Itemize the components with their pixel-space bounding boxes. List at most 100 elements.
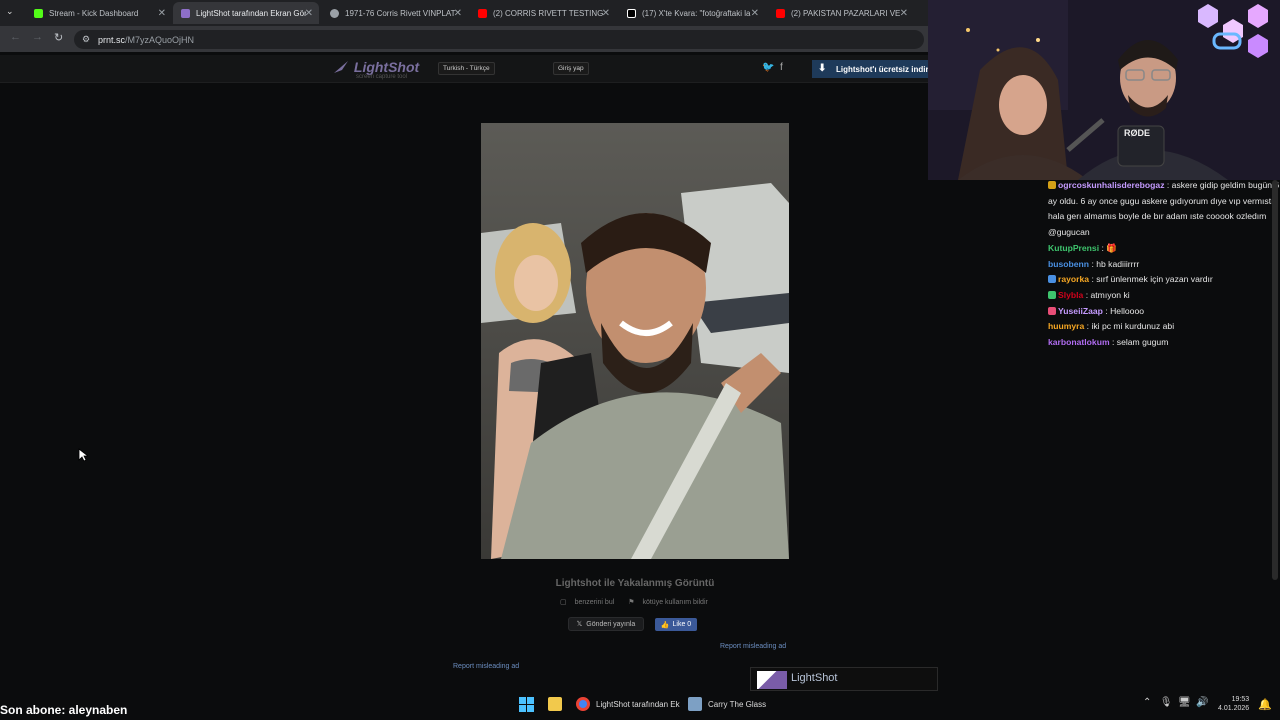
facebook-icon[interactable]: f (780, 62, 783, 73)
clock-date: 4.01.2026 (1218, 705, 1250, 713)
globe-icon (330, 8, 339, 18)
microphone-icon[interactable]: 🎙 (1160, 697, 1173, 708)
report-abuse-link[interactable]: ⚑ kötüye kullanım bildir (628, 599, 714, 606)
facebook-like-button[interactable]: 👍 Like 0 (655, 618, 697, 631)
close-icon[interactable]: ✕ (602, 8, 610, 19)
taskbar-item-game[interactable]: Carry The Glass (688, 697, 766, 711)
game-icon (688, 697, 702, 711)
tab-label: (17) X'te Kvara: "fotoğraftaki la (642, 8, 751, 18)
folder-icon (548, 697, 562, 711)
volume-icon[interactable]: 🔊 (1196, 697, 1208, 708)
youtube-icon (478, 8, 487, 18)
chat-text: selam gugum (1116, 337, 1169, 348)
chat-message: YuseiiZaap : Helloooo (1044, 304, 1280, 320)
chat-scrollbar[interactable] (1272, 180, 1278, 580)
tab-label: Stream - Kick Dashboard (49, 8, 139, 18)
chat-separator: : (1083, 290, 1091, 301)
download-icon: ⬇ (818, 63, 827, 74)
captured-screenshot (481, 123, 789, 559)
user-badge-icon (1048, 306, 1056, 315)
chat-text: atmıyon ki (1090, 290, 1130, 301)
chat-message: busobenn : hb kadiiirrrr (1044, 257, 1280, 273)
x-icon: 𝕏 (576, 621, 583, 628)
chat-username[interactable]: huumyra (1048, 321, 1084, 331)
taskbar-item-label: LightShot tarafından Ek (596, 699, 680, 709)
social-links[interactable]: 🐦 f (762, 62, 783, 73)
tab-label: (2) CORRIS RIVETT TESTING - I (493, 8, 603, 18)
image-icon: ▢ (560, 599, 567, 606)
clock[interactable]: 19:53 4.01.2026 (1218, 695, 1249, 713)
clock-time: 19:53 (1231, 696, 1250, 703)
microphone-brand-label: RØDE (1124, 128, 1151, 138)
taskbar-item-label: Carry The Glass (708, 699, 767, 709)
forward-icon[interactable]: → (32, 31, 43, 43)
chat-username[interactable]: Slybla (1058, 290, 1083, 300)
chat-username[interactable]: YuseiiZaap (1058, 306, 1103, 316)
chat-message: KutupPrensi : 🎁 (1044, 241, 1280, 257)
user-badge-icon (1048, 291, 1056, 300)
reload-icon[interactable]: ↻ (54, 31, 63, 44)
network-icon[interactable]: 🖥 (1178, 697, 1191, 708)
chat-message: ogrcoskunhalisderebogaz : askere gidip g… (1044, 178, 1280, 241)
tab-youtube-corris[interactable]: (2) CORRIS RIVETT TESTING - I ✕ (470, 2, 616, 24)
chrome-icon (576, 697, 590, 711)
chevron-up-icon[interactable]: ⌃ (1143, 697, 1151, 708)
chat-message-partial (1044, 174, 1280, 178)
twitter-icon[interactable]: 🐦 (762, 62, 774, 73)
chat-text: sırf ünlenmek için yazan vardır (1096, 274, 1213, 285)
chat-username[interactable]: busobenn (1048, 259, 1089, 269)
close-icon[interactable]: ✕ (900, 8, 908, 19)
back-icon[interactable]: ← (10, 31, 21, 43)
chat-username[interactable]: KutupPrensi (1048, 243, 1099, 253)
tab-corris-rivett[interactable]: 1971-76 Corris Rivett VINPLATI ✕ (322, 2, 468, 24)
login-button[interactable]: Giriş yap (553, 62, 589, 75)
chat-message: Slybla : atmıyon ki (1044, 288, 1280, 304)
close-icon[interactable]: ✕ (454, 8, 462, 19)
report-misleading-ad-link[interactable]: Report misleading ad (453, 663, 519, 670)
close-icon[interactable]: ✕ (751, 8, 759, 19)
file-explorer-button[interactable] (548, 697, 568, 711)
windows-icon (519, 697, 534, 712)
lightshot-icon (181, 8, 190, 18)
car-selfie-photo (481, 123, 789, 559)
close-icon[interactable]: ✕ (305, 8, 313, 19)
lightshot-logo-image (757, 671, 787, 689)
language-select[interactable]: Turkish - Türkçe (438, 62, 495, 75)
feather-icon (334, 61, 348, 73)
chat-username[interactable]: ogrcoskunhalisderebogaz (1058, 180, 1165, 190)
find-similar-link[interactable]: ▢ benzerini bul (560, 599, 620, 606)
chat-message: huumyra : iki pc mi kurdunuz abi (1044, 319, 1280, 335)
thumbs-up-icon: 👍 (660, 621, 670, 629)
start-button[interactable] (519, 697, 534, 712)
stream-chat: ogrcoskunhalisderebogaz : askere gidip g… (1044, 174, 1280, 364)
latest-subscriber-banner: Son abone: aleynaben (0, 703, 128, 717)
close-icon[interactable]: ✕ (158, 8, 166, 19)
ad-title[interactable]: LightShot (791, 672, 837, 684)
tweet-button[interactable]: 𝕏 Gönderi yayınla (568, 617, 644, 631)
url-path: /M7yzAQuoOjHN (125, 34, 195, 45)
chat-username[interactable]: rayorka (1058, 274, 1089, 284)
chat-separator: : (1109, 337, 1117, 348)
tab-search-icon[interactable]: ⌄ (6, 6, 14, 17)
flag-icon: ⚑ (628, 599, 635, 606)
report-misleading-ad-link[interactable]: Report misleading ad (720, 643, 786, 650)
tab-x-kvara[interactable]: (17) X'te Kvara: "fotoğraftaki la ✕ (619, 2, 765, 24)
tab-youtube-pakistan[interactable]: (2) PAKISTAN PAZARLARI VE S ✕ (768, 2, 914, 24)
lightshot-logo[interactable]: LightShot (332, 59, 419, 75)
address-bar[interactable]: ⚙ prnt.sc/M7yzAQuoOjHN (74, 30, 924, 49)
chat-text: 🎁 (1106, 242, 1117, 253)
image-actions: ▢ benzerini bul ⚑ kötüye kullanım bildir (560, 598, 720, 606)
tab-label: LightShot tarafından Ekran Gör (196, 8, 306, 18)
system-tray[interactable]: ⌃ 🎙 🖥 🔊 (1143, 697, 1209, 708)
mouse-cursor-icon (78, 448, 88, 462)
chat-username[interactable]: karbonatlokum (1048, 337, 1110, 347)
site-settings-icon[interactable]: ⚙ (82, 34, 90, 45)
download-button[interactable]: ⬇ Lightshot'ı ücretsiz indirin (812, 60, 928, 78)
webcam-overlay (928, 0, 1280, 180)
tab-kick-dashboard[interactable]: Stream - Kick Dashboard ✕ (26, 2, 172, 24)
notification-icon[interactable]: 🔔 (1258, 698, 1272, 711)
taskbar-item-chrome[interactable]: LightShot tarafından Ek (576, 697, 680, 711)
tab-lightshot[interactable]: LightShot tarafından Ekran Gör ✕ (173, 2, 319, 24)
kick-icon (34, 8, 43, 18)
chat-text: iki pc mi kurdunuz abi (1091, 321, 1175, 332)
